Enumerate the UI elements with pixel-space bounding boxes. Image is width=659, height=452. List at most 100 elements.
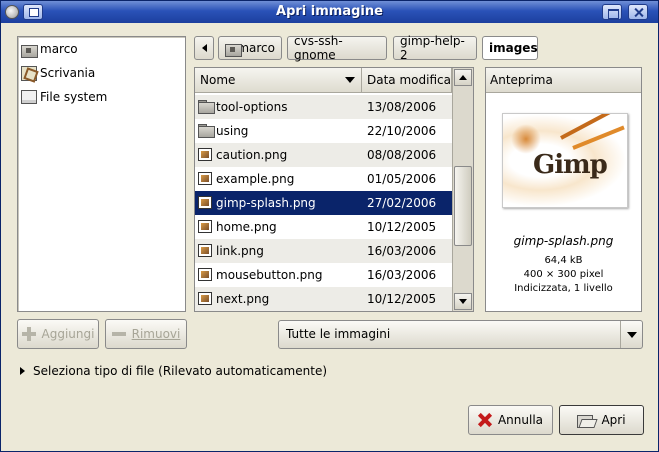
file-open-dialog: Apri immagine marco Scrivania File syste… [0,0,659,452]
filesystem-icon [21,90,37,104]
path-crumb-cvs[interactable]: cvs-ssh-gnome [287,34,387,62]
path-crumb-images[interactable]: images [482,36,538,60]
file-name: home.png [216,220,277,234]
column-header-name[interactable]: Nome [195,68,362,93]
crumb-label: gimp-help-2 [400,34,465,62]
file-date: 27/02/2006 [367,196,437,210]
image-file-icon [198,196,212,209]
column-name-label: Nome [200,73,236,87]
column-date-label: Data modifica [367,73,451,87]
preview-filename: gimp-splash.png [513,234,614,248]
file-date: 08/08/2006 [367,148,437,162]
close-icon[interactable] [628,4,648,20]
add-icon [21,327,36,341]
file-row[interactable]: tool-options 13/08/2006 [195,95,452,119]
expander-arrow-icon [20,367,25,375]
path-scroll-left-button[interactable] [194,36,214,60]
place-label: Scrivania [40,66,96,80]
path-crumb-home[interactable]: marco [218,36,282,60]
file-date: 10/12/2005 [367,292,437,306]
open-folder-icon [577,413,595,428]
window-title: Apri immagine [276,4,383,19]
crumb-label: marco [237,41,275,55]
image-file-icon [198,172,212,185]
scroll-up-icon[interactable] [454,69,472,86]
file-name: mousebutton.png [216,268,323,282]
place-item-desktop[interactable]: Scrivania [21,64,95,82]
file-name: next.png [216,292,270,306]
image-file-icon [198,268,212,281]
filter-selected-label: Tutte le immagini [286,327,391,341]
file-date: 01/05/2006 [367,172,437,186]
file-row[interactable]: using 22/10/2006 [195,119,452,143]
vertical-scrollbar[interactable] [452,68,473,311]
file-date: 16/03/2006 [367,244,437,258]
image-file-icon [198,148,212,161]
file-name: link.png [216,244,264,258]
preview-thumbnail: Gimp [502,113,628,208]
crumb-label: cvs-ssh-gnome [294,34,343,62]
file-list: Nome Data modifica tool-options 13/08/20… [194,67,474,312]
preview-header: Anteprima [486,68,641,93]
scroll-thumb[interactable] [454,166,472,246]
place-item-home[interactable]: marco [21,40,78,58]
arrow-left-icon [201,44,207,52]
chevron-down-icon [620,321,642,348]
file-row[interactable]: link.png 16/03/2006 [195,239,452,263]
image-file-icon [198,220,212,233]
file-rows: tool-options 13/08/2006 using 22/10/2006… [195,95,452,311]
image-file-icon [198,244,212,257]
open-button-label: Apri [601,413,626,427]
crumb-label: images [489,41,538,55]
file-row[interactable]: home.png 10/12/2005 [195,215,452,239]
file-filter-select[interactable]: Tutte le immagini [278,320,643,349]
file-date: 13/08/2006 [367,100,437,114]
cancel-button[interactable]: Annulla [468,405,553,435]
scroll-down-icon[interactable] [454,293,472,310]
preview-panel: Anteprima Gimp gimp-splash.png 64,4 kB 4… [485,67,642,312]
sort-descending-icon [345,77,355,83]
preview-dimensions: 400 × 300 pixel [523,269,604,280]
preview-size: 64,4 kB [544,255,583,266]
remove-icon [111,332,126,336]
add-bookmark-button[interactable]: Aggiungi [17,319,99,349]
home-folder-icon [21,43,38,58]
maximize-icon[interactable] [602,4,622,20]
desktop-icon [21,65,37,81]
places-panel: marco Scrivania File system [17,36,186,312]
place-item-filesystem[interactable]: File system [21,88,107,106]
file-row[interactable]: example.png 01/05/2006 [195,167,452,191]
cancel-button-label: Annulla [497,413,544,427]
place-label: File system [40,90,108,104]
place-label: marco [40,42,78,56]
file-name: tool-options [216,100,288,114]
file-row[interactable]: caution.png 08/08/2006 [195,143,452,167]
folder-icon [198,124,215,138]
file-name: caution.png [216,148,288,162]
file-date: 16/03/2006 [367,268,437,282]
file-row-selected[interactable]: gimp-splash.png 27/02/2006 [195,191,452,215]
expander-label: Seleziona tipo di file (Rilevato automat… [33,364,328,378]
preview-header-label: Anteprima [490,73,553,87]
remove-bookmark-button[interactable]: Rimuovi [105,319,187,349]
cancel-icon [478,413,492,427]
file-name: gimp-splash.png [216,196,316,210]
open-button[interactable]: Apri [559,405,644,435]
titlebar: Apri immagine [1,1,658,23]
file-type-expander[interactable]: Seleziona tipo di file (Rilevato automat… [20,364,327,378]
remove-button-label: Rimuovi [131,327,181,341]
file-date: 10/12/2005 [367,220,437,234]
path-crumb-gimp-help[interactable]: gimp-help-2 [393,34,477,62]
folder-icon [198,100,215,114]
file-row[interactable]: mousebutton.png 16/03/2006 [195,263,452,287]
image-file-icon [198,292,212,305]
file-date: 22/10/2006 [367,124,437,138]
home-folder-icon [225,42,243,57]
add-button-label: Aggiungi [41,327,95,341]
thumbnail-text: Gimp [533,150,608,180]
file-row[interactable]: next.png 10/12/2005 [195,287,452,311]
preview-info: Indicizzata, 1 livello [514,283,613,294]
file-name: example.png [216,172,295,186]
column-header-date[interactable]: Data modifica [362,68,452,93]
file-name: using [216,124,249,138]
